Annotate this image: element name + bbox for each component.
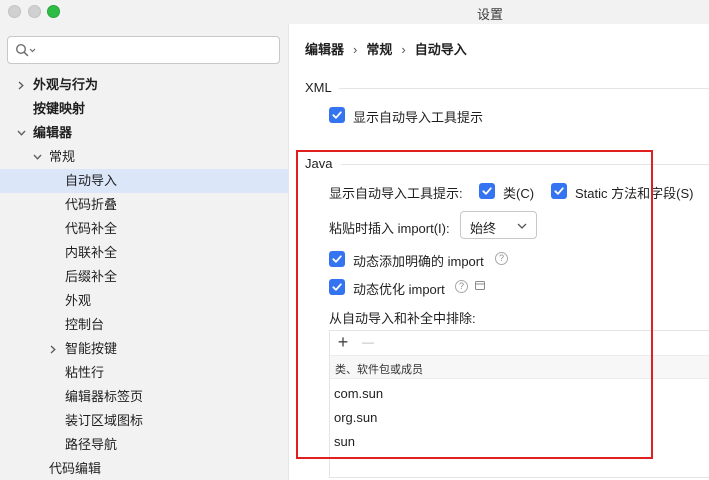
sidebar-item[interactable]: 粘性行: [0, 361, 288, 385]
sidebar-item[interactable]: 外观: [0, 289, 288, 313]
sidebar-item[interactable]: 代码折叠: [0, 193, 288, 217]
sidebar-item-label: 内联补全: [65, 245, 118, 260]
sidebar-item[interactable]: 按键映射: [0, 97, 288, 121]
sidebar-item-label: 编辑器: [33, 125, 73, 140]
sidebar-item-label: 常规: [49, 149, 76, 164]
breadcrumb-current: 自动导入: [414, 42, 467, 57]
check-icon: [332, 255, 342, 263]
exclude-list: + — 类、软件包或成员 com.sun org.sun sun: [329, 330, 709, 478]
xml-show-tooltip-checkbox[interactable]: [329, 107, 345, 123]
chevron-right-icon[interactable]: [15, 73, 27, 97]
java-static-checkbox[interactable]: [551, 183, 567, 199]
check-icon: [554, 187, 564, 195]
java-show-tooltip-label: 显示自动导入工具提示:: [329, 186, 463, 201]
sidebar-item[interactable]: 代码编辑: [0, 457, 288, 480]
sidebar-item-label: 外观与行为: [33, 77, 99, 92]
settings-sidebar: 外观与行为按键映射编辑器常规自动导入代码折叠代码补全内联补全后缀补全外观控制台智…: [0, 24, 289, 480]
breadcrumb-item[interactable]: 编辑器: [305, 42, 344, 57]
java-static-label[interactable]: Static 方法和字段(S): [575, 183, 693, 202]
sidebar-item[interactable]: 代码补全: [0, 217, 288, 241]
section-divider: [341, 164, 709, 165]
breadcrumb-item[interactable]: 常规: [366, 42, 392, 57]
sidebar-item-label: 粘性行: [65, 365, 105, 380]
search-input[interactable]: [7, 36, 280, 64]
sidebar-item[interactable]: 后缀补全: [0, 265, 288, 289]
chevron-down-icon: [517, 223, 527, 229]
list-item-label: com.sun: [334, 386, 384, 401]
help-icon[interactable]: ?: [455, 280, 468, 293]
paste-import-label: 粘贴时插入 import(I):: [329, 221, 450, 236]
breadcrumb-separator: ›: [353, 42, 358, 57]
list-item-label: org.sun: [334, 410, 378, 425]
java-classes-checkbox[interactable]: [479, 183, 495, 199]
add-unambiguous-checkbox[interactable]: [329, 251, 345, 267]
add-button[interactable]: +: [334, 333, 352, 352]
sidebar-item-label: 外观: [65, 293, 92, 308]
list-item[interactable]: com.sun: [330, 382, 709, 406]
sidebar-item-label: 后缀补全: [65, 269, 118, 284]
breadcrumb-separator: ›: [401, 42, 406, 57]
sidebar-item-label: 编辑器标签页: [65, 389, 144, 404]
settings-window-icon[interactable]: [475, 281, 485, 290]
java-classes-label[interactable]: 类(C): [503, 183, 534, 202]
sidebar-item[interactable]: 自动导入: [0, 169, 288, 193]
chevron-down-icon[interactable]: [31, 145, 43, 169]
sidebar-item-label: 代码折叠: [65, 197, 118, 212]
sidebar-item[interactable]: 内联补全: [0, 241, 288, 265]
search-icon: [15, 43, 36, 57]
remove-button[interactable]: —: [359, 334, 377, 352]
paste-import-dropdown[interactable]: 始终: [460, 211, 537, 239]
optimize-imports-label[interactable]: 动态优化 import: [353, 279, 445, 298]
sidebar-item-label: 自动导入: [65, 173, 118, 188]
sidebar-item[interactable]: 外观与行为: [0, 73, 288, 97]
optimize-imports-checkbox[interactable]: [329, 279, 345, 295]
list-item[interactable]: org.sun: [330, 406, 709, 430]
section-divider: [339, 88, 709, 89]
java-section-title: Java: [305, 156, 333, 171]
settings-content: 编辑器 › 常规 › 自动导入 XML 显示自动导入工具提示 Java 显示自动导入工具…: [289, 24, 709, 480]
add-unambiguous-label[interactable]: 动态添加明确的 import: [353, 251, 484, 270]
sidebar-item-label: 装订区域图标: [65, 413, 144, 428]
sidebar-item-label: 按键映射: [33, 101, 86, 116]
sidebar-item[interactable]: 常规: [0, 145, 288, 169]
sidebar-item[interactable]: 装订区域图标: [0, 409, 288, 433]
breadcrumb: 编辑器 › 常规 › 自动导入: [305, 39, 467, 58]
list-item-label: sun: [334, 434, 355, 449]
sidebar-item-label: 控制台: [65, 317, 105, 332]
exclude-column-header: 类、软件包或成员: [330, 355, 709, 379]
sidebar-item[interactable]: 控制台: [0, 313, 288, 337]
sidebar-item-label: 代码编辑: [49, 461, 102, 476]
sidebar-item[interactable]: 智能按键: [0, 337, 288, 361]
chevron-right-icon[interactable]: [47, 337, 59, 361]
sidebar-item-label: 代码补全: [65, 221, 118, 236]
help-icon[interactable]: ?: [495, 252, 508, 265]
check-icon: [332, 283, 342, 291]
exclude-label: 从自动导入和补全中排除:: [329, 311, 476, 326]
xml-section-title: XML: [305, 80, 332, 95]
sidebar-item-label: 智能按键: [65, 341, 118, 356]
list-item[interactable]: sun: [330, 430, 709, 454]
check-icon: [332, 111, 342, 119]
sidebar-item[interactable]: 编辑器标签页: [0, 385, 288, 409]
chevron-down-icon[interactable]: [15, 121, 27, 145]
sidebar-item-label: 路径导航: [65, 437, 118, 452]
window-title: 设置: [476, 7, 503, 22]
title-bar: 设置: [0, 0, 709, 24]
sidebar-item[interactable]: 编辑器: [0, 121, 288, 145]
exclude-toolbar: + —: [330, 331, 709, 355]
check-icon: [482, 187, 492, 195]
sidebar-item[interactable]: 路径导航: [0, 433, 288, 457]
exclude-column-header-label: 类、软件包或成员: [335, 364, 423, 376]
paste-import-value: 始终: [470, 221, 497, 236]
xml-show-tooltip-label[interactable]: 显示自动导入工具提示: [353, 107, 483, 126]
